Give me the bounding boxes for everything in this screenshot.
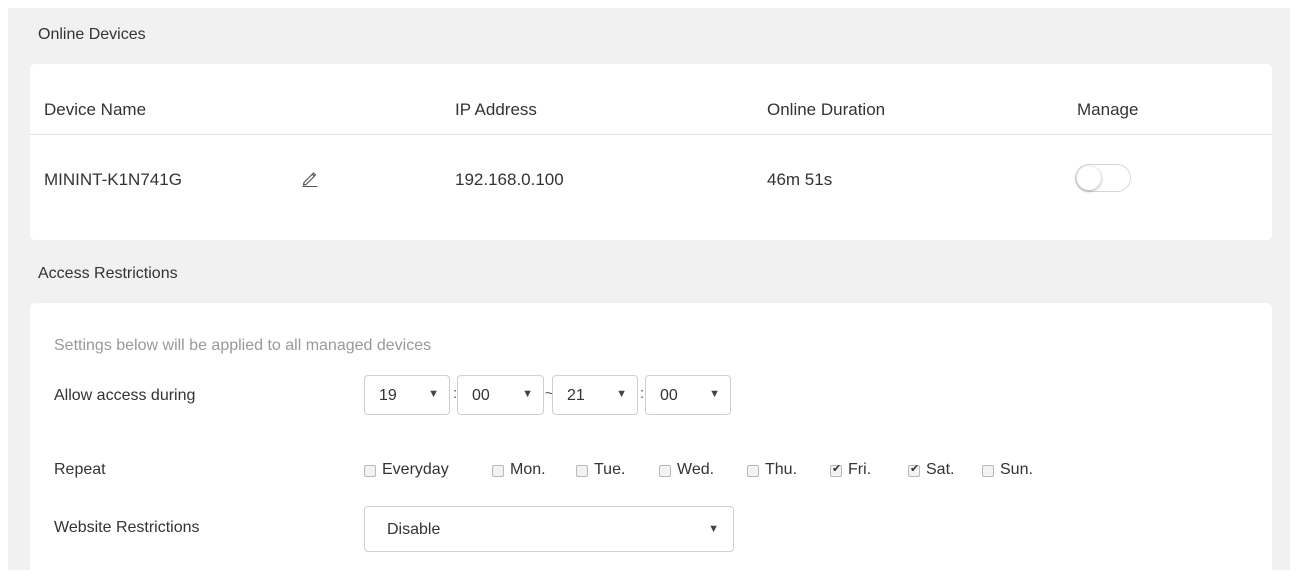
day-label: Sat. <box>926 461 955 478</box>
day-label: Fri. <box>848 461 872 478</box>
checkbox-box <box>747 465 759 477</box>
day-label: Everyday <box>382 461 449 478</box>
manage-toggle[interactable] <box>1075 164 1131 192</box>
start-minute-value: 00 <box>472 387 490 404</box>
day-label: Sun. <box>1000 461 1033 478</box>
end-minute-value: 00 <box>660 387 678 404</box>
day-label: Tue. <box>594 461 626 478</box>
end-hour-value: 21 <box>567 387 585 404</box>
checkbox-box: ✔ <box>908 463 920 477</box>
edit-pencil-icon[interactable] <box>300 168 320 188</box>
chevron-down-icon: ▼ <box>428 388 439 400</box>
col-manage: Manage <box>1077 100 1139 119</box>
end-hour-select[interactable]: 21 ▼ <box>552 375 638 415</box>
start-hour-select[interactable]: 19 ▼ <box>364 375 450 415</box>
repeat-label: Repeat <box>54 461 106 478</box>
start-minute-select[interactable]: 00 ▼ <box>457 375 544 415</box>
device-name: MININT-K1N741G <box>44 170 182 189</box>
end-minute-select[interactable]: 00 ▼ <box>645 375 731 415</box>
day-label: Mon. <box>510 461 546 478</box>
online-devices-card: Device Name IP Address Online Duration M… <box>30 64 1272 240</box>
toggle-knob <box>1077 166 1101 190</box>
allow-access-label: Allow access during <box>54 387 196 404</box>
checkbox-box <box>982 465 994 477</box>
header-divider <box>30 134 1272 135</box>
start-hour-value: 19 <box>379 387 397 404</box>
checkbox-box <box>364 465 376 477</box>
access-restrictions-card: Settings below will be applied to all ma… <box>30 303 1272 578</box>
col-ip-address: IP Address <box>455 100 537 119</box>
chevron-down-icon: ▼ <box>616 388 627 400</box>
check-icon: ✔ <box>910 463 920 475</box>
col-device-name: Device Name <box>44 100 147 119</box>
main-panel: Online Devices Device Name IP Address On… <box>8 8 1290 578</box>
device-duration: 46m 51s <box>767 170 833 189</box>
website-restrictions-label: Website Restrictions <box>54 519 200 536</box>
chevron-down-icon: ▼ <box>709 388 720 400</box>
checkbox-box <box>492 465 504 477</box>
checkbox-box <box>576 465 588 477</box>
col-online-duration: Online Duration <box>767 100 886 119</box>
chevron-down-icon: ▼ <box>708 523 719 535</box>
time-colon: : <box>640 385 645 402</box>
access-restrictions-title: Access Restrictions <box>38 265 178 282</box>
website-restrictions-value: Disable <box>387 521 441 538</box>
checkbox-box: ✔ <box>830 463 842 477</box>
settings-hint: Settings below will be applied to all ma… <box>54 337 432 354</box>
day-label: Wed. <box>677 461 715 478</box>
online-devices-title: Online Devices <box>38 26 146 43</box>
device-ip: 192.168.0.100 <box>455 170 564 189</box>
chevron-down-icon: ▼ <box>522 388 533 400</box>
check-icon: ✔ <box>832 463 842 475</box>
day-label: Thu. <box>765 461 798 478</box>
checkbox-box <box>659 465 671 477</box>
website-restrictions-select[interactable]: Disable ▼ <box>364 506 734 552</box>
